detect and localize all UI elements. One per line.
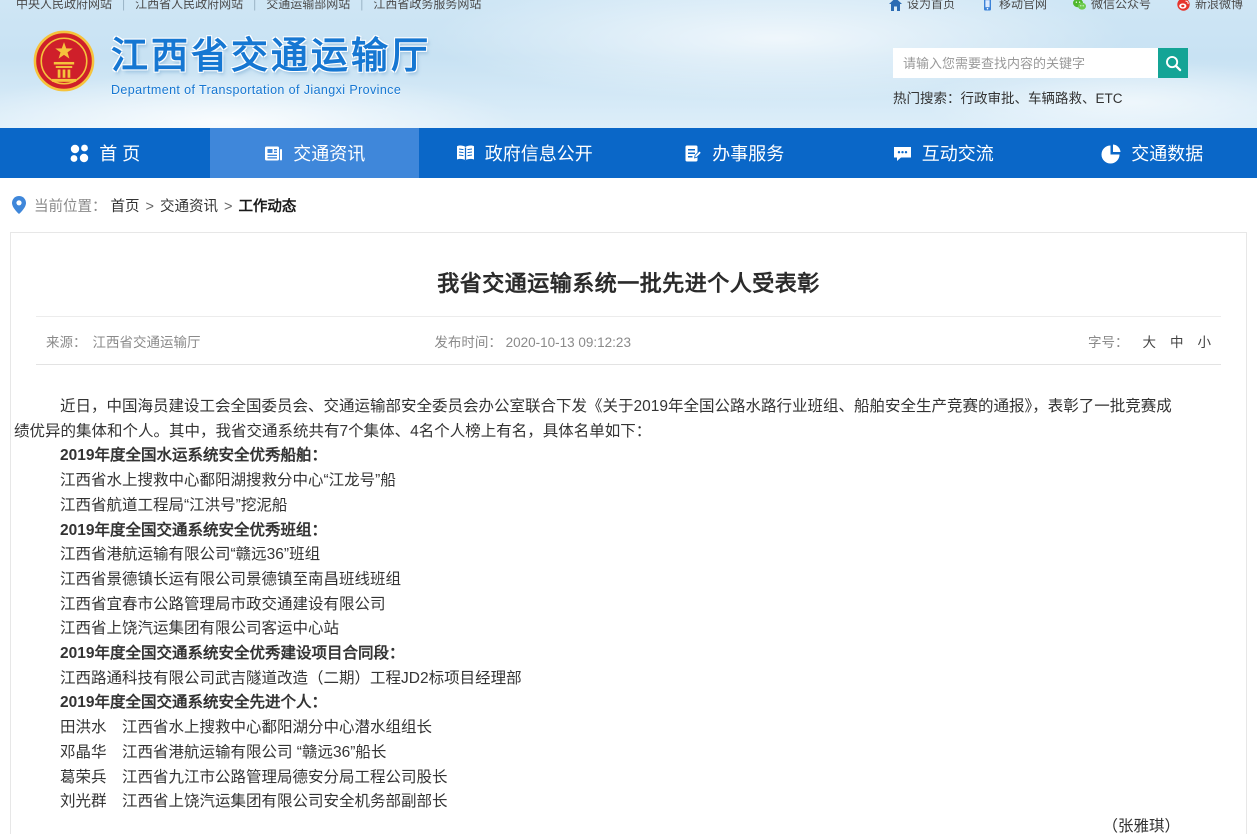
- publish-label: 发布时间：: [434, 335, 502, 350]
- top-site-link[interactable]: 江西省政务服务网站: [363, 0, 491, 12]
- news-icon: [263, 143, 284, 164]
- quick-link-label: 微信公众号: [1091, 0, 1151, 12]
- breadcrumb-separator: >: [146, 199, 154, 215]
- chat-icon: [892, 143, 913, 164]
- nav-item-label: 政府信息公开: [485, 140, 593, 166]
- quick-link-label: 移动官网: [999, 0, 1047, 12]
- book-icon: [455, 143, 476, 164]
- nav-item-interaction[interactable]: 互动交流: [838, 128, 1048, 178]
- wechat-icon: [1073, 0, 1086, 11]
- nav-item-label: 交通资讯: [293, 140, 365, 166]
- quick-link-label: 设为首页: [907, 0, 955, 12]
- section-heading: 2019年度全国交通系统安全优秀班组：: [14, 519, 1180, 544]
- font-size-control: 字号： 大中小: [823, 331, 1211, 351]
- top-site-links: 中央人民政府网站|江西省人民政府网站|交通运输部网站|江西省政务服务网站: [6, 0, 491, 12]
- nav-item-gov-info[interactable]: 政府信息公开: [419, 128, 629, 178]
- main-nav: 首 页 交通资讯 政府信息公开 办事服务 互动交流 交通数据: [0, 128, 1257, 178]
- body-paragraph: 江西省景德镇长运有限公司景德镇至南昌班线班组: [14, 568, 1180, 593]
- breadcrumb-label: 当前位置：: [34, 195, 107, 216]
- article-source: 来源： 江西省交通运输厅: [46, 331, 434, 351]
- body-paragraph: 江西省航道工程局“江洪号”挖泥船: [14, 494, 1180, 519]
- pie-icon: [1101, 143, 1122, 164]
- body-paragraph: 邓晶华 江西省港航运输有限公司 “赣远36”船长: [14, 741, 1180, 766]
- body-paragraph: 葛荣兵 江西省九江市公路管理局德安分局工程公司股长: [14, 766, 1180, 791]
- quick-link-label: 新浪微博: [1195, 0, 1243, 12]
- nav-item-services[interactable]: 办事服务: [629, 128, 839, 178]
- font-size-label: 字号：: [1088, 335, 1129, 350]
- quick-link-mobile-site[interactable]: 移动官网: [981, 0, 1047, 12]
- site-header: 中央人民政府网站|江西省人民政府网站|交通运输部网站|江西省政务服务网站 设为首…: [0, 0, 1257, 128]
- location-pin-icon: [12, 196, 26, 214]
- nav-item-label: 办事服务: [712, 140, 784, 166]
- nav-item-label: 交通数据: [1131, 140, 1203, 166]
- body-paragraph: 江西路通科技有限公司武吉隧道改造（二期）工程JD2标项目经理部: [14, 667, 1180, 692]
- body-paragraph: 江西省宜春市公路管理局市政交通建设有限公司: [14, 593, 1180, 618]
- font-size-option[interactable]: 中: [1170, 335, 1184, 350]
- publish-value: 2020-10-13 09:12:23: [506, 335, 631, 350]
- hot-search-label: 热门搜索：: [893, 87, 961, 107]
- clipboard-icon: [682, 143, 703, 164]
- section-heading: 2019年度全国交通系统安全优秀建设项目合同段：: [14, 642, 1180, 667]
- article-title: 我省交通运输系统一批先进个人受表彰: [11, 266, 1246, 298]
- source-value: 江西省交通运输厅: [93, 335, 201, 350]
- nav-item-traffic-news[interactable]: 交通资讯: [210, 128, 420, 178]
- body-paragraph: 江西省上饶汽运集团有限公司客运中心站: [14, 617, 1180, 642]
- body-paragraph: 刘光群 江西省上饶汽运集团有限公司安全机务部副部长: [14, 790, 1180, 815]
- search-input[interactable]: [893, 48, 1158, 78]
- quick-links: 设为首页 移动官网 微信公众号 新浪微博: [889, 0, 1243, 12]
- site-title-en: Department of Transportation of Jiangxi …: [111, 83, 431, 97]
- breadcrumb-separator: >: [224, 199, 232, 215]
- top-links-bar: 中央人民政府网站|江西省人民政府网站|交通运输部网站|江西省政务服务网站 设为首…: [0, 0, 1257, 15]
- hot-search-terms[interactable]: 行政审批、车辆路救、ETC: [961, 87, 1123, 107]
- breadcrumb-link[interactable]: 首页: [111, 199, 140, 215]
- top-site-link[interactable]: 江西省人民政府网站: [125, 0, 253, 12]
- top-site-link[interactable]: 中央人民政府网站: [6, 0, 122, 12]
- search-icon: [1165, 55, 1182, 72]
- search-zone: 热门搜索： 行政审批、车辆路救、ETC: [893, 48, 1188, 107]
- page: 中央人民政府网站|江西省人民政府网站|交通运输部网站|江西省政务服务网站 设为首…: [0, 0, 1257, 834]
- font-size-option[interactable]: 大: [1142, 335, 1156, 350]
- quick-link-wechat-account[interactable]: 微信公众号: [1073, 0, 1151, 12]
- home-icon: [889, 0, 902, 11]
- body-paragraph: 江西省水上搜救中心鄱阳湖搜救分中心“江龙号”船: [14, 469, 1180, 494]
- breadcrumb-current: 工作动态: [238, 199, 296, 215]
- quick-link-set-homepage[interactable]: 设为首页: [889, 0, 955, 12]
- search-button[interactable]: [1158, 48, 1188, 78]
- article-body: 近日，中国海员建设工会全国委员会、交通运输部安全委员会办公室联合下发《关于201…: [14, 395, 1180, 834]
- body-paragraph: 田洪水 江西省水上搜救中心鄱阳湖分中心潜水组组长: [14, 716, 1180, 741]
- site-title: 江西省交通运输厅: [111, 25, 431, 79]
- nav-item-label: 互动交流: [922, 140, 994, 166]
- article-container: 我省交通运输系统一批先进个人受表彰 来源： 江西省交通运输厅 发布时间： 2020…: [10, 232, 1247, 834]
- national-emblem-logo: [33, 28, 95, 94]
- section-heading: 2019年度全国交通系统安全先进个人：: [14, 691, 1180, 716]
- article-publish-time: 发布时间： 2020-10-13 09:12:23: [434, 331, 822, 351]
- font-size-option[interactable]: 小: [1197, 335, 1211, 350]
- breadcrumb-link[interactable]: 交通资讯: [160, 199, 218, 215]
- grid-icon: [69, 143, 90, 164]
- nav-item-traffic-data[interactable]: 交通数据: [1048, 128, 1257, 178]
- section-heading: 2019年度全国水运系统安全优秀船舶：: [14, 444, 1180, 469]
- weibo-icon: [1177, 0, 1190, 11]
- source-label: 来源：: [46, 335, 87, 350]
- mobile-icon: [981, 0, 994, 11]
- body-paragraph: 江西省港航运输有限公司“赣远36”班组: [14, 543, 1180, 568]
- top-site-link[interactable]: 交通运输部网站: [256, 0, 360, 12]
- nav-item-label: 首 页: [99, 140, 140, 166]
- breadcrumb-links: 首页 > 交通资讯 > 工作动态: [111, 195, 297, 216]
- article-signature: （张雅琪）: [14, 815, 1180, 834]
- quick-link-sina-weibo[interactable]: 新浪微博: [1177, 0, 1243, 12]
- breadcrumb: 当前位置： 首页 > 交通资讯 > 工作动态: [0, 178, 1257, 232]
- article-meta: 来源： 江西省交通运输厅 发布时间： 2020-10-13 09:12:23 字号…: [36, 316, 1221, 365]
- nav-item-home[interactable]: 首 页: [0, 128, 210, 178]
- body-paragraph: 近日，中国海员建设工会全国委员会、交通运输部安全委员会办公室联合下发《关于201…: [14, 395, 1180, 444]
